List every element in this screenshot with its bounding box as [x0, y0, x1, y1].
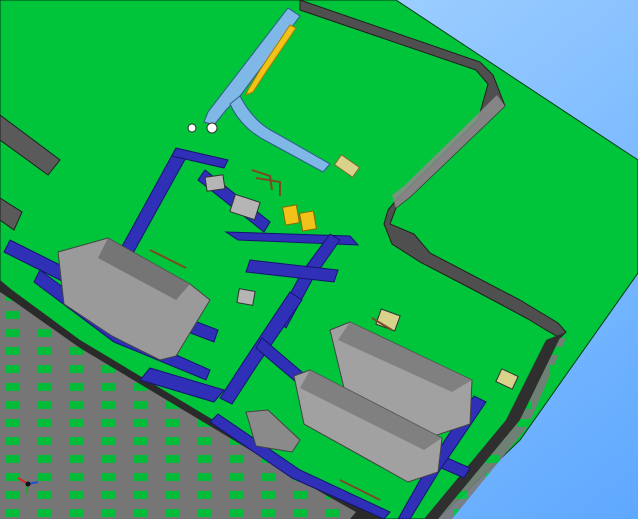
yellow-block-1[interactable]	[281, 204, 301, 226]
yellow-block-2[interactable]	[298, 210, 318, 232]
axis-origin	[25, 481, 31, 487]
cell-2[interactable]	[204, 174, 226, 192]
equipment-node-2	[187, 123, 197, 133]
equipment-node-1	[206, 122, 218, 134]
cad-3d-viewport[interactable]	[0, 0, 638, 519]
factory-layout-scene[interactable]	[0, 0, 638, 519]
cell-3[interactable]	[236, 288, 256, 306]
